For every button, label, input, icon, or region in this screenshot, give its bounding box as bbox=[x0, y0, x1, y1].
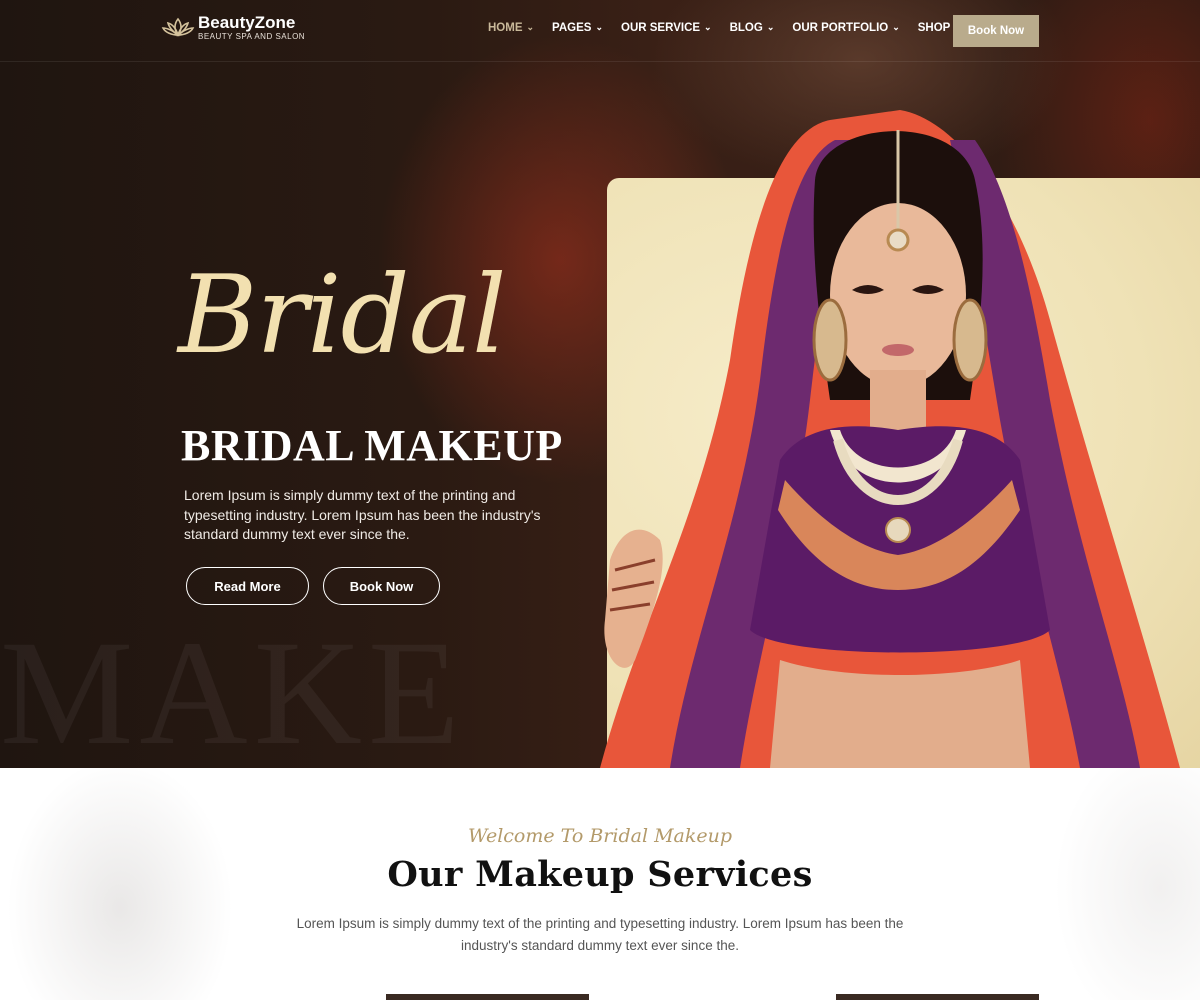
services-description: Lorem Ipsum is simply dummy text of the … bbox=[296, 916, 904, 953]
chevron-down-icon: ⌄ bbox=[595, 21, 604, 32]
hero-script-title: Bridal bbox=[178, 253, 507, 378]
services-subtitle: Welcome To Bridal Makeup bbox=[467, 825, 733, 847]
lotus-icon bbox=[161, 17, 195, 37]
chevron-down-icon: ⌄ bbox=[704, 21, 712, 32]
nav-item-label: SHOP bbox=[917, 22, 951, 34]
nav-item-label: OUR SERVICE bbox=[621, 22, 701, 34]
service-card-image[interactable] bbox=[386, 994, 589, 1000]
header-book-now-button[interactable]: Book Now bbox=[953, 15, 1039, 47]
nav-item-blog[interactable]: BLOG ⌄ bbox=[729, 21, 775, 35]
site-header: BeautyZone BEAUTY SPA AND SALON HOME ⌄ P… bbox=[0, 0, 1200, 62]
logo-name: BeautyZone bbox=[198, 13, 296, 32]
hero-book-now-button[interactable]: Book Now bbox=[323, 567, 440, 605]
nav-item-our-service[interactable]: OUR SERVICE ⌄ bbox=[621, 21, 712, 35]
read-more-button[interactable]: Read More bbox=[186, 567, 309, 605]
nav-item-home[interactable]: HOME ⌄ bbox=[488, 21, 535, 35]
main-nav: HOME ⌄ PAGES ⌄ OUR SERVICE ⌄ BLOG ⌄ OUR … bbox=[488, 21, 980, 35]
hero-ghost-text: MAKE bbox=[0, 610, 466, 768]
services-title: Our Makeup Services bbox=[387, 854, 813, 895]
logo-tagline: BEAUTY SPA AND SALON bbox=[198, 32, 306, 41]
chevron-down-icon: ⌄ bbox=[892, 21, 900, 32]
bride-portrait-image bbox=[600, 110, 1180, 768]
nav-item-label: HOME bbox=[488, 22, 523, 34]
nav-item-label: OUR PORTFOLIO bbox=[792, 22, 889, 34]
nav-item-label: BLOG bbox=[729, 22, 763, 34]
site-logo[interactable]: BeautyZone BEAUTY SPA AND SALON bbox=[161, 14, 305, 42]
chevron-down-icon: ⌄ bbox=[766, 21, 775, 32]
hero-title: BRIDAL MAKEUP bbox=[181, 421, 563, 470]
service-card-image[interactable] bbox=[836, 994, 1039, 1000]
hero-banner: MAKE BeautyZone BEAUTY SPA AND SALON HOM… bbox=[0, 0, 1200, 768]
chevron-down-icon: ⌄ bbox=[526, 21, 535, 32]
hero-description: Lorem Ipsum is simply dummy text of the … bbox=[184, 487, 541, 542]
nav-item-label: PAGES bbox=[552, 22, 592, 34]
nav-item-pages[interactable]: PAGES ⌄ bbox=[552, 21, 604, 35]
services-section: Welcome To Bridal Makeup Our Makeup Serv… bbox=[0, 768, 1200, 1000]
nav-item-our-portfolio[interactable]: OUR PORTFOLIO ⌄ bbox=[792, 21, 900, 35]
